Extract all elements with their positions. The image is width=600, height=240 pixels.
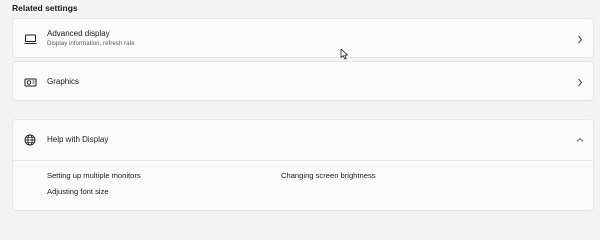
monitor-icon <box>23 33 37 45</box>
graphics-title: Graphics <box>47 77 80 86</box>
help-header[interactable]: Help with Display <box>13 120 593 161</box>
help-card: Help with Display Setting up multiple mo… <box>12 119 594 211</box>
section-title: Related settings <box>12 3 78 13</box>
chevron-right-icon[interactable] <box>576 77 584 87</box>
advanced-display-card[interactable]: Advanced display Display information, re… <box>12 18 594 58</box>
advanced-display-row[interactable]: Advanced display Display information, re… <box>13 19 593 57</box>
mouse-cursor-icon <box>340 48 348 60</box>
advanced-display-title: Advanced display <box>47 29 110 38</box>
help-title: Help with Display <box>47 135 109 144</box>
help-link-font-size[interactable]: Adjusting font size <box>47 187 109 196</box>
help-link-multiple-monitors[interactable]: Setting up multiple monitors <box>47 171 141 180</box>
advanced-display-subtitle: Display information, refresh rate <box>47 40 135 47</box>
help-links: Setting up multiple monitors Changing sc… <box>13 161 593 209</box>
help-link-screen-brightness[interactable]: Changing screen brightness <box>281 171 376 180</box>
globe-icon <box>23 134 37 146</box>
graphics-row[interactable]: Graphics <box>13 62 593 100</box>
chevron-up-icon[interactable] <box>576 135 584 145</box>
graphics-card-icon <box>23 76 37 88</box>
chevron-right-icon[interactable] <box>576 34 584 44</box>
graphics-card[interactable]: Graphics <box>12 61 594 101</box>
